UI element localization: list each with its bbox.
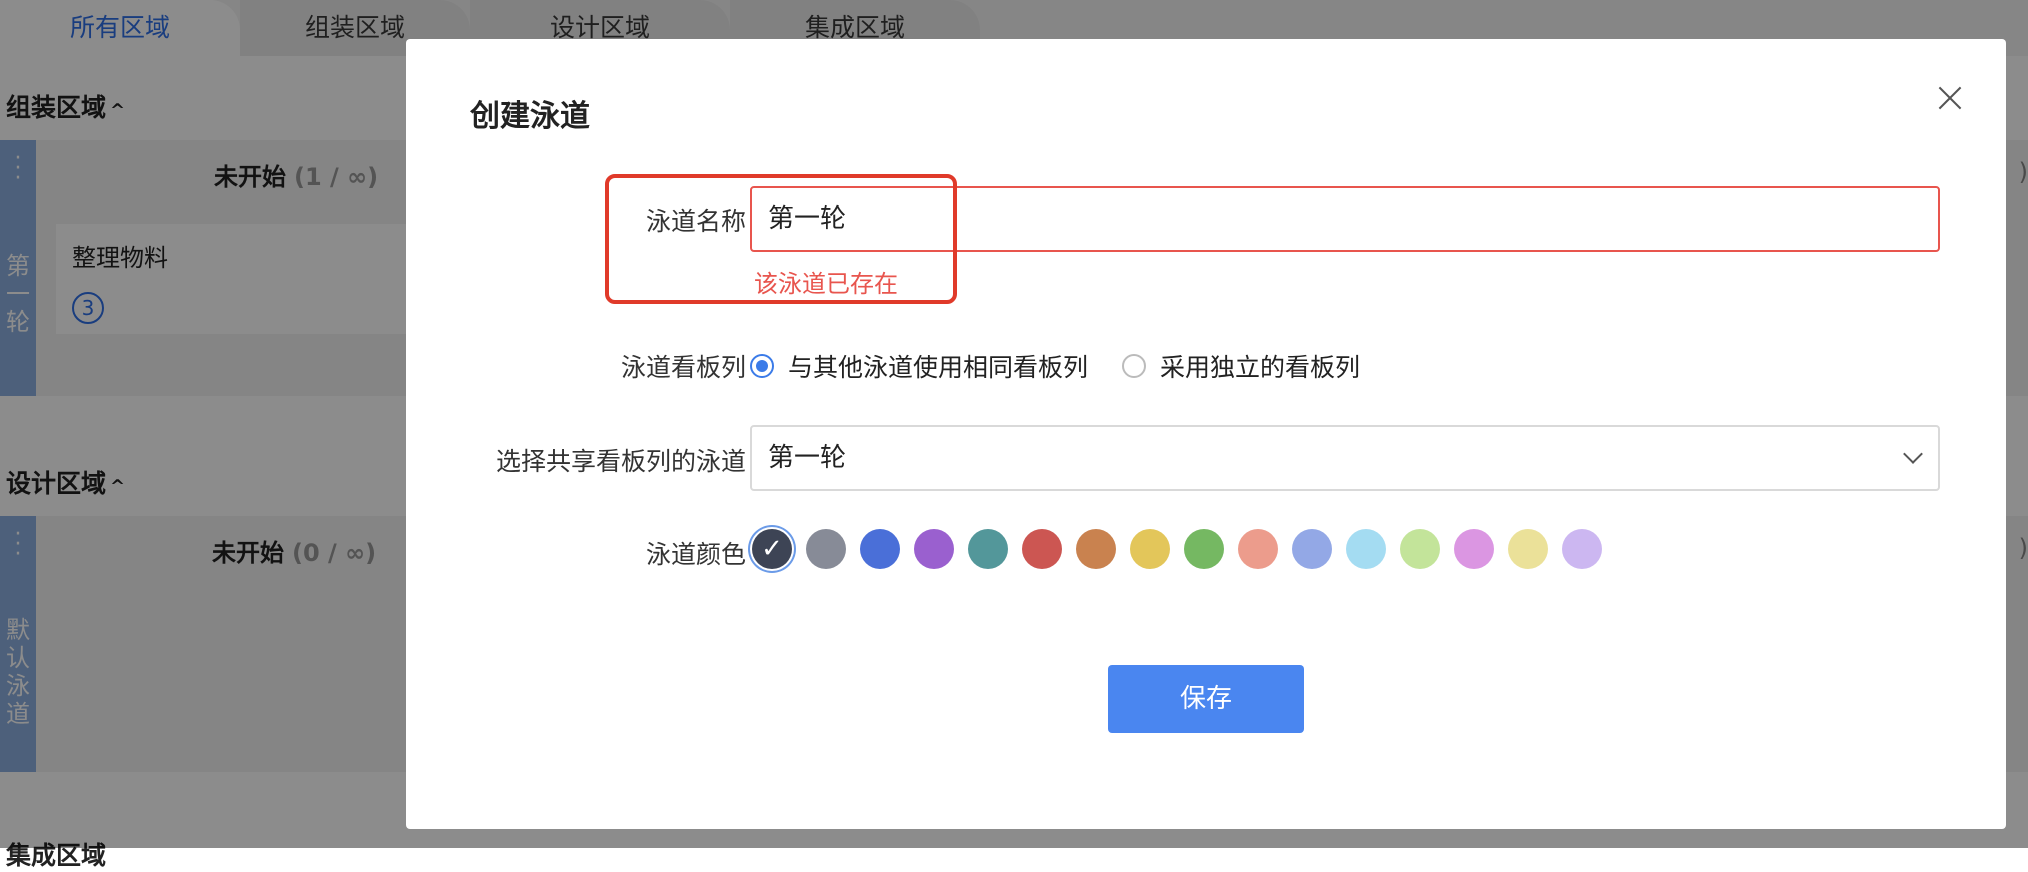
save-button[interactable]: 保存 (1108, 665, 1304, 733)
lane-columns-label: 泳道看板列 (620, 353, 746, 382)
lane-name-error: 该泳道已存在 (754, 270, 898, 298)
chevron-down-icon (1903, 444, 1923, 464)
check-icon: ✓ (761, 534, 783, 564)
radio-label: 与其他泳道使用相同看板列 (788, 353, 1089, 382)
color-swatch[interactable] (1130, 529, 1170, 569)
color-swatch[interactable] (1454, 529, 1494, 569)
color-swatch[interactable] (914, 529, 954, 569)
lane-color-palette: ✓ (752, 529, 1616, 569)
color-swatch[interactable] (1292, 529, 1332, 569)
color-swatch[interactable] (1562, 529, 1602, 569)
lane-name-label: 泳道名称 (645, 207, 746, 236)
lane-name-value: 第一轮 (768, 204, 847, 234)
radio-unchecked-icon[interactable] (1122, 354, 1147, 378)
color-swatch[interactable] (1238, 529, 1278, 569)
share-lane-label: 选择共享看板列的泳道 (495, 447, 746, 476)
share-lane-select[interactable]: 第一轮 (750, 425, 1940, 491)
color-swatch[interactable] (1184, 529, 1224, 569)
radio-option-same-columns[interactable]: 与其他泳道使用相同看板列 (750, 348, 1088, 384)
color-swatch[interactable] (1346, 529, 1386, 569)
color-swatch[interactable] (968, 529, 1008, 569)
color-swatch[interactable] (1400, 529, 1440, 569)
color-swatch[interactable] (1508, 529, 1548, 569)
radio-checked-icon[interactable] (750, 354, 774, 378)
color-swatch[interactable] (806, 529, 846, 569)
lane-name-input[interactable]: 第一轮 (750, 186, 1940, 252)
color-swatch[interactable] (1076, 529, 1116, 569)
radio-option-independent-columns[interactable]: 采用独立的看板列 (1122, 348, 1360, 384)
color-swatch[interactable] (1022, 529, 1062, 569)
share-lane-value: 第一轮 (768, 443, 847, 473)
color-swatch[interactable]: ✓ (752, 529, 792, 569)
create-lane-dialog: 创建泳道 泳道名称 第一轮 该泳道已存在 泳道看板列 与其他泳道使用相同看板列 … (406, 39, 2006, 829)
dialog-title: 创建泳道 (470, 99, 590, 134)
color-swatch[interactable] (860, 529, 900, 569)
lane-color-label: 泳道颜色 (645, 540, 746, 569)
radio-label: 采用独立的看板列 (1160, 353, 1361, 382)
lane-columns-radio-group: 与其他泳道使用相同看板列 采用独立的看板列 (750, 346, 1394, 386)
close-icon[interactable] (1932, 81, 1968, 117)
